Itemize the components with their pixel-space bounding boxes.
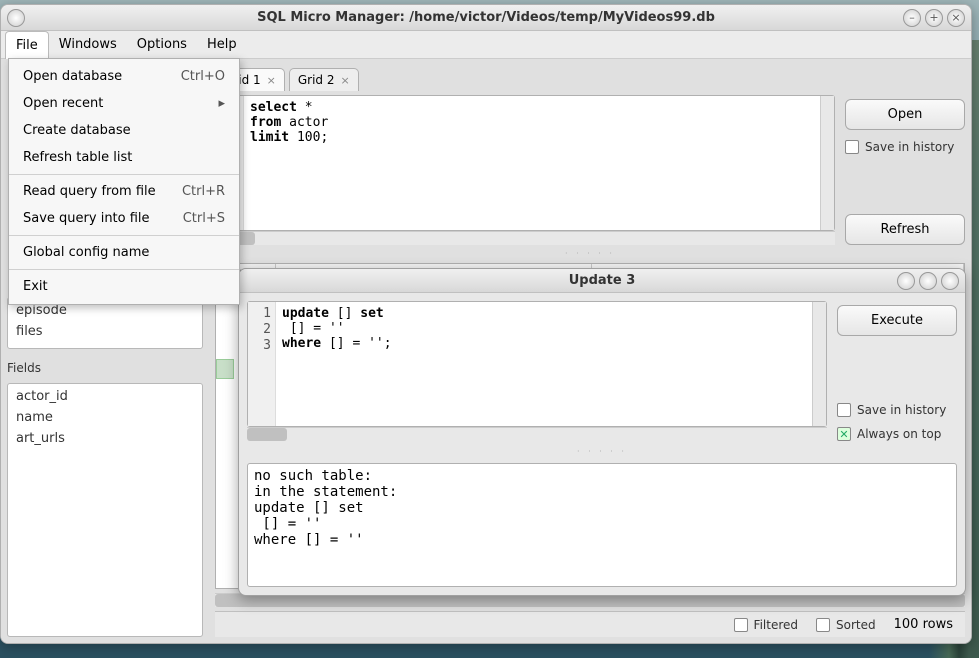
submenu-arrow-icon: ▸ (218, 96, 225, 111)
fields-label: Fields (7, 361, 203, 375)
list-item[interactable]: files (8, 321, 202, 342)
checkbox-icon[interactable] (837, 403, 851, 417)
query-editor[interactable]: 1 2 3 select * from actor limit 100; (215, 95, 835, 231)
refresh-button[interactable]: Refresh (845, 214, 965, 245)
menu-open-database[interactable]: Open databaseCtrl+O (9, 63, 239, 90)
vertical-scrollbar[interactable] (820, 96, 834, 230)
menu-exit[interactable]: Exit (9, 273, 239, 300)
horizontal-scrollbar[interactable] (215, 231, 835, 245)
statusbar: Filtered Sorted 100 rows (215, 611, 965, 637)
titlebar[interactable]: SQL Micro Manager: /home/victor/Videos/t… (1, 5, 971, 31)
open-button[interactable]: Open (845, 99, 965, 130)
update-dialog: Update 3 1 2 3 update [] set [] = '' whe… (238, 268, 966, 596)
splitter[interactable]: · · · · · (215, 249, 965, 259)
menu-open-recent[interactable]: Open recent▸ (9, 90, 239, 117)
close-icon[interactable]: × (341, 74, 350, 87)
checkbox-icon[interactable] (816, 618, 830, 632)
line-gutter: 1 2 3 (248, 302, 276, 426)
menu-file[interactable]: File (5, 31, 49, 59)
always-on-top-checkbox[interactable]: Always on top (837, 427, 957, 441)
dialog-maximize-button[interactable] (919, 272, 937, 290)
vertical-scrollbar[interactable] (812, 302, 826, 426)
checkbox-icon[interactable] (845, 140, 859, 154)
close-icon[interactable]: × (267, 74, 276, 87)
menubar: File Windows Options Help (1, 31, 971, 59)
code-area[interactable]: select * from actor limit 100; (244, 96, 820, 230)
update-editor[interactable]: 1 2 3 update [] set [] = '' where [] = '… (247, 301, 827, 427)
tab-label: Grid 2 (298, 73, 335, 87)
dialog-close-button[interactable] (941, 272, 959, 290)
filtered-checkbox[interactable]: Filtered (734, 618, 798, 632)
menu-help[interactable]: Help (197, 31, 247, 58)
maximize-button[interactable]: + (925, 9, 943, 27)
menu-save-query-file[interactable]: Save query into fileCtrl+S (9, 205, 239, 232)
file-dropdown: Open databaseCtrl+O Open recent▸ Create … (8, 58, 240, 305)
splitter[interactable]: · · · · · (247, 447, 957, 457)
list-item[interactable]: actor_id (8, 386, 202, 407)
dialog-titlebar[interactable]: Update 3 (239, 269, 965, 293)
sorted-checkbox[interactable]: Sorted (816, 618, 876, 632)
menu-options[interactable]: Options (127, 31, 197, 58)
execute-button[interactable]: Execute (837, 305, 957, 336)
list-item[interactable]: art_urls (8, 428, 202, 449)
horizontal-scrollbar[interactable] (247, 427, 827, 441)
checkbox-icon[interactable] (734, 618, 748, 632)
code-area[interactable]: update [] set [] = '' where [] = ''; (276, 302, 812, 426)
menu-global-config[interactable]: Global config name (9, 239, 239, 266)
window-title: SQL Micro Manager: /home/victor/Videos/t… (1, 10, 971, 25)
checkbox-icon[interactable] (837, 427, 851, 441)
tab-row: Grid 1 × Grid 2 × (215, 65, 965, 91)
minimize-button[interactable]: – (903, 9, 921, 27)
close-button[interactable]: × (947, 9, 965, 27)
menu-separator (9, 269, 239, 270)
save-history-checkbox[interactable]: Save in history (845, 140, 965, 154)
error-output[interactable]: no such table: in the statement: update … (247, 463, 957, 587)
menu-create-database[interactable]: Create database (9, 117, 239, 144)
menu-windows[interactable]: Windows (49, 31, 127, 58)
row-cursor-icon (216, 359, 234, 379)
menu-separator (9, 235, 239, 236)
dialog-title: Update 3 (239, 273, 965, 288)
fields-listbox[interactable]: actor_id name art_urls (7, 383, 203, 637)
menu-separator (9, 174, 239, 175)
menu-read-query-file[interactable]: Read query from fileCtrl+R (9, 178, 239, 205)
window-menu-icon[interactable] (7, 9, 25, 27)
row-count: 100 rows (894, 617, 953, 632)
menu-refresh-table-list[interactable]: Refresh table list (9, 144, 239, 171)
tab-grid2[interactable]: Grid 2 × (289, 68, 359, 91)
list-item[interactable]: name (8, 407, 202, 428)
dialog-save-history-checkbox[interactable]: Save in history (837, 403, 957, 417)
dialog-minimize-button[interactable] (897, 272, 915, 290)
